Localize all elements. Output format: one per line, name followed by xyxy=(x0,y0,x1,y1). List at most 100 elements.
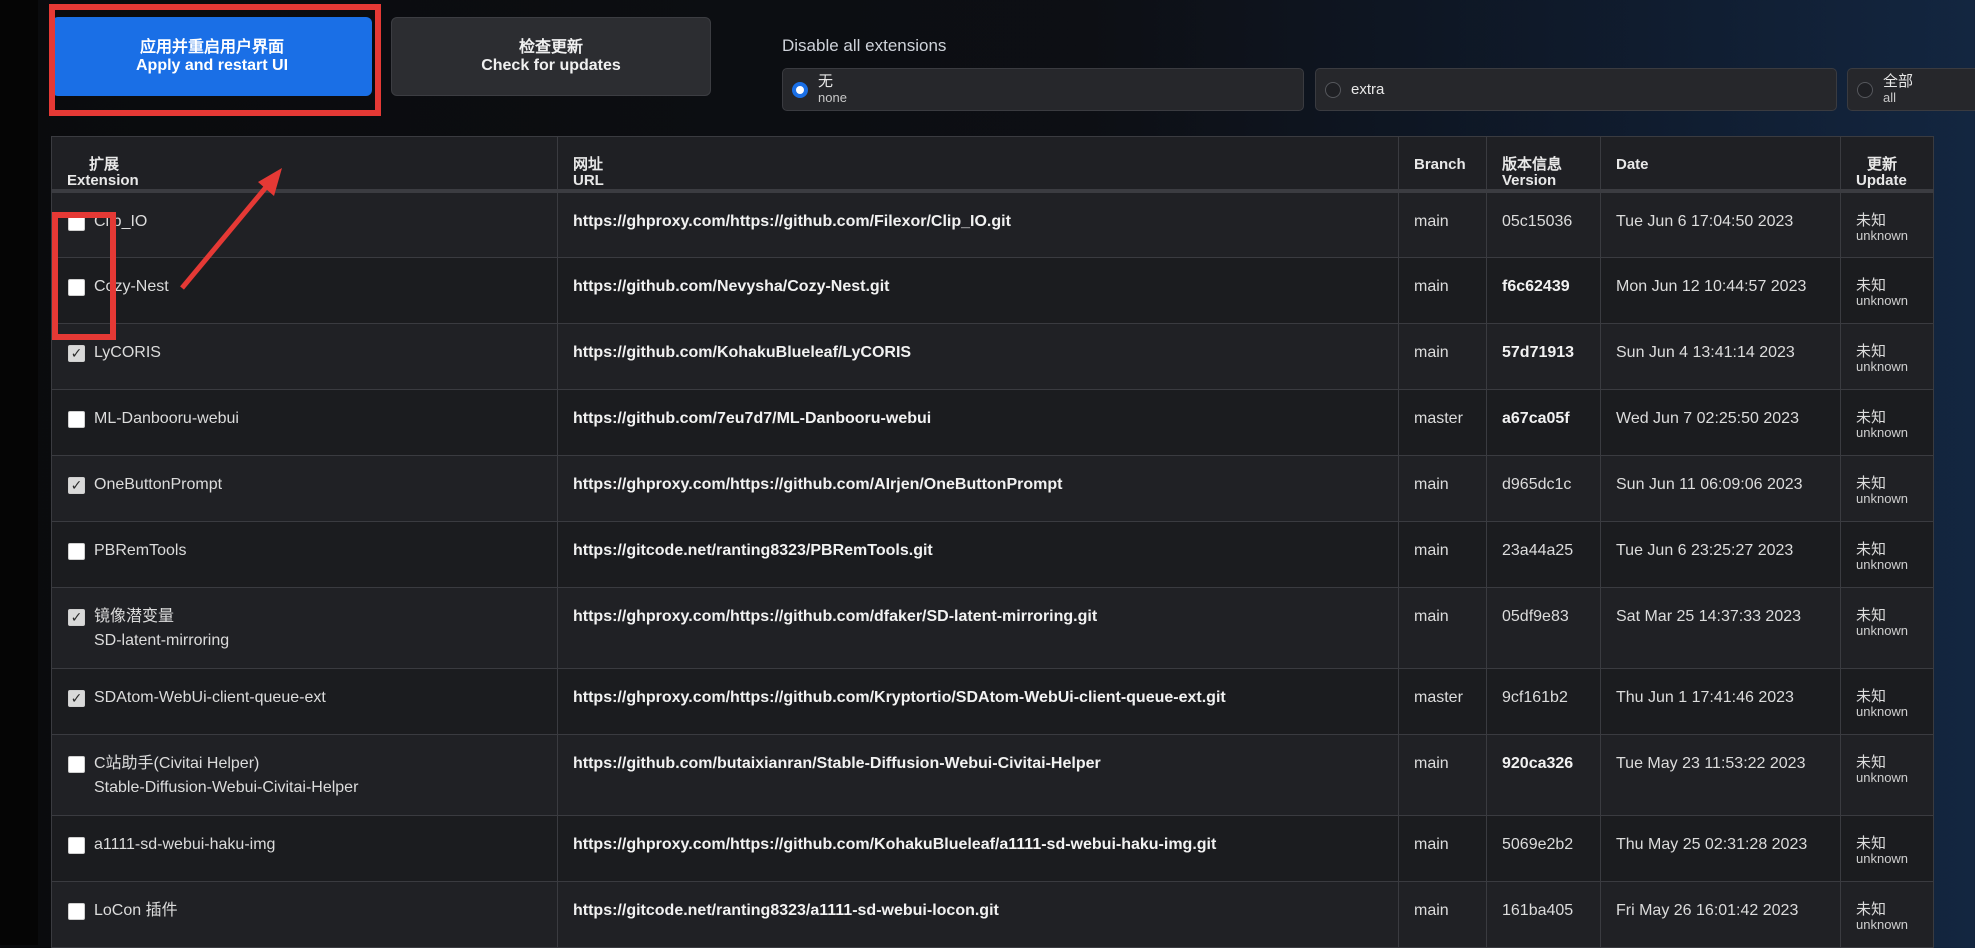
cell-version: 9cf161b2 xyxy=(1486,667,1601,735)
cell-url[interactable]: https://ghproxy.com/https://github.com/A… xyxy=(557,454,1399,522)
cell-update: 未知 unknown xyxy=(1840,733,1934,816)
extension-name: LyCORIS xyxy=(94,343,161,361)
highlight-box-apply xyxy=(49,4,381,116)
cell-date: Tue Jun 6 23:25:27 2023 xyxy=(1600,520,1841,588)
table-row: ✓ SDAtom-WebUi-client-queue-ext https://gh… xyxy=(51,667,1934,735)
cell-date: Mon Jun 12 10:44:57 2023 xyxy=(1600,256,1841,324)
extension-name: ML-Danbooru-webui xyxy=(94,409,239,427)
checkbox-checked-icon[interactable]: ✓ xyxy=(68,608,85,626)
cell-url[interactable]: https://github.com/butaixianran/Stable-D… xyxy=(557,733,1399,816)
radio-label: 全部 xyxy=(1883,72,1914,90)
extension-url-link[interactable]: https://gitcode.net/ranting8323/PBRemToo… xyxy=(573,542,933,559)
cell-version: 23a44a25 xyxy=(1486,520,1601,588)
header-version: 版本信息 Version xyxy=(1486,136,1601,193)
extension-name: OneButtonPrompt xyxy=(94,475,223,493)
cell-extension: LoCon 插件 xyxy=(51,880,558,948)
checkbox-unchecked-icon[interactable] xyxy=(68,755,85,773)
table-row: a1111-sd-webui-haku-img https://ghproxy.c… xyxy=(51,814,1934,882)
radio-sublabel: none xyxy=(818,89,847,105)
header-update: 更新 Update xyxy=(1840,136,1934,193)
extension-url-link[interactable]: https://gitcode.net/ranting8323/a1111-sd… xyxy=(573,902,999,919)
cell-url[interactable]: https://ghproxy.com/https://github.com/K… xyxy=(557,814,1399,882)
cell-extension: ML-Danbooru-webui xyxy=(51,388,558,456)
cell-update: 未知 unknown xyxy=(1840,520,1934,588)
table-row: ✓ LyCORIS https://github.com/KohakuBluelea… xyxy=(51,322,1934,390)
table-row: LoCon 插件 https://gitcode.net/ranting8323/… xyxy=(51,880,1934,948)
extension-name: PBRemTools xyxy=(94,541,187,559)
cell-extension: a1111-sd-webui-haku-img xyxy=(51,814,558,882)
cell-url[interactable]: https://github.com/KohakuBlueleaf/LyCORI… xyxy=(557,322,1399,390)
radio-unchecked-icon[interactable] xyxy=(1857,81,1873,98)
cell-version: a67ca05f xyxy=(1486,388,1601,456)
cell-version: d965dc1c xyxy=(1486,454,1601,522)
extension-subname: Stable-Diffusion-Webui-Civitai-Helper xyxy=(94,778,359,796)
cell-branch: main xyxy=(1398,814,1487,882)
cell-date: Fri May 26 16:01:42 2023 xyxy=(1600,880,1841,948)
extension-url-link[interactable]: https://ghproxy.com/https://github.com/d… xyxy=(573,608,1097,625)
radio-label: extra xyxy=(1351,80,1385,98)
radio-option-none[interactable]: 无 none xyxy=(782,68,1304,111)
checkbox-unchecked-icon[interactable] xyxy=(68,410,85,428)
cell-branch: main xyxy=(1398,880,1487,948)
table-header-row: 扩展 Extension 网址 URL Branch 版本信息 Version Dat… xyxy=(51,136,1934,193)
cell-date: Sun Jun 11 06:09:06 2023 xyxy=(1600,454,1841,522)
cell-extension: ✓ 镜像潜变量 SD-latent-mirroring xyxy=(51,586,558,669)
table-row: ✓ 镜像潜变量 SD-latent-mirroring https://ghproxy… xyxy=(51,586,1934,669)
cell-url[interactable]: https://ghproxy.com/https://github.com/d… xyxy=(557,586,1399,669)
radio-option-all[interactable]: 全部 all xyxy=(1847,68,1975,111)
cell-extension: ✓ OneButtonPrompt xyxy=(51,454,558,522)
cell-branch: main xyxy=(1398,190,1487,258)
header-extension: 扩展 Extension xyxy=(51,136,558,193)
extension-url-link[interactable]: https://ghproxy.com/https://github.com/K… xyxy=(573,836,1216,853)
checkbox-unchecked-icon[interactable] xyxy=(68,902,85,920)
radio-option-extra[interactable]: extra xyxy=(1315,68,1837,111)
table-row: C站助手(Civitai Helper) Stable-Diffusion-Web… xyxy=(51,733,1934,816)
extension-url-link[interactable]: https://ghproxy.com/https://github.com/K… xyxy=(573,689,1226,706)
cell-version: 920ca326 xyxy=(1486,733,1601,816)
header-date: Date xyxy=(1600,136,1841,193)
cell-url[interactable]: https://github.com/7eu7d7/ML-Danbooru-we… xyxy=(557,388,1399,456)
cell-version: f6c62439 xyxy=(1486,256,1601,324)
checkbox-checked-icon[interactable]: ✓ xyxy=(68,344,85,362)
cell-branch: main xyxy=(1398,733,1487,816)
header-branch: Branch xyxy=(1398,136,1487,193)
cell-update: 未知 unknown xyxy=(1840,256,1934,324)
left-edge xyxy=(0,0,38,945)
cell-branch: main xyxy=(1398,586,1487,669)
extension-url-link[interactable]: https://github.com/butaixianran/Stable-D… xyxy=(573,755,1101,772)
cell-update: 未知 unknown xyxy=(1840,322,1934,390)
extension-url-link[interactable]: https://github.com/Nevysha/Cozy-Nest.git xyxy=(573,278,889,295)
cell-update: 未知 unknown xyxy=(1840,454,1934,522)
cell-version: 05df9e83 xyxy=(1486,586,1601,669)
checkbox-unchecked-icon[interactable] xyxy=(68,836,85,854)
checkbox-checked-icon[interactable]: ✓ xyxy=(68,476,85,494)
cell-update: 未知 unknown xyxy=(1840,388,1934,456)
cell-date: Tue Jun 6 17:04:50 2023 xyxy=(1600,190,1841,258)
radio-checked-icon[interactable] xyxy=(792,81,808,98)
cell-update: 未知 unknown xyxy=(1840,190,1934,258)
checkbox-unchecked-icon[interactable] xyxy=(68,542,85,560)
cell-extension: Clip_IO xyxy=(51,190,558,258)
radio-unchecked-icon[interactable] xyxy=(1325,81,1341,98)
cell-url[interactable]: https://ghproxy.com/https://github.com/F… xyxy=(557,190,1399,258)
extensions-table: 扩展 Extension 网址 URL Branch 版本信息 Version Dat… xyxy=(51,136,1934,948)
cell-extension: ✓ SDAtom-WebUi-client-queue-ext xyxy=(51,667,558,735)
radio-sublabel: all xyxy=(1883,89,1897,105)
cell-url[interactable]: https://gitcode.net/ranting8323/a1111-sd… xyxy=(557,880,1399,948)
cell-branch: main xyxy=(1398,322,1487,390)
highlight-box-checkboxes xyxy=(52,212,116,340)
cell-branch: main xyxy=(1398,520,1487,588)
extension-url-link[interactable]: https://github.com/KohakuBlueleaf/LyCORI… xyxy=(573,344,911,361)
checkbox-checked-icon[interactable]: ✓ xyxy=(68,689,85,707)
table-row: Cozy-Nest https://github.com/Nevysha/Cozy… xyxy=(51,256,1934,324)
extension-url-link[interactable]: https://ghproxy.com/https://github.com/F… xyxy=(573,213,1011,230)
extension-url-link[interactable]: https://github.com/7eu7d7/ML-Danbooru-we… xyxy=(573,410,931,427)
check-updates-label-cn: 检查更新 xyxy=(518,38,583,56)
cell-url[interactable]: https://ghproxy.com/https://github.com/K… xyxy=(557,667,1399,735)
cell-update: 未知 unknown xyxy=(1840,586,1934,669)
check-updates-button[interactable]: 检查更新 Check for updates xyxy=(391,17,711,96)
cell-url[interactable]: https://gitcode.net/ranting8323/PBRemToo… xyxy=(557,520,1399,588)
table-row: PBRemTools https://gitcode.net/ranting832… xyxy=(51,520,1934,588)
cell-url[interactable]: https://github.com/Nevysha/Cozy-Nest.git xyxy=(557,256,1399,324)
extension-url-link[interactable]: https://ghproxy.com/https://github.com/A… xyxy=(573,476,1062,493)
